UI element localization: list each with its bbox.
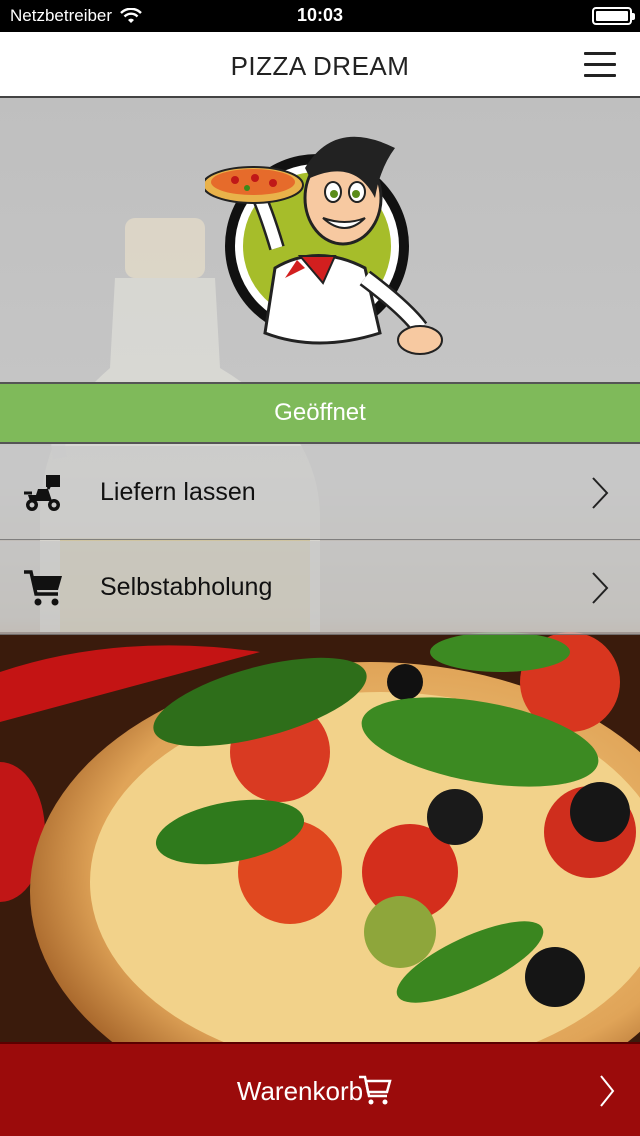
chevron-right-icon: [600, 1075, 615, 1107]
page-title: PIZZA DREAM: [230, 51, 410, 81]
status-bar: Netzbetreiber 10:03: [0, 0, 640, 32]
cart-label: Warenkorb: [236, 1076, 364, 1106]
pizza-chef-logo: [205, 136, 443, 355]
pickup-option-label: Selbstabholung: [100, 573, 273, 601]
chevron-right-icon: [592, 572, 609, 604]
battery-icon: [592, 7, 635, 25]
delivery-option[interactable]: Liefern lassen: [0, 446, 640, 540]
cart-icon: [359, 1075, 392, 1105]
cart-button[interactable]: Warenkorb: [0, 1042, 640, 1136]
pickup-option[interactable]: Selbstabholung: [0, 541, 640, 635]
clock: 10:03: [296, 5, 344, 25]
chevron-right-icon: [592, 477, 609, 509]
shop-status-banner: Geöffnet: [0, 382, 640, 444]
hamburger-menu-icon[interactable]: [584, 52, 616, 78]
pizza-photo: [0, 632, 640, 1042]
app-header: PIZZA DREAM: [0, 32, 640, 98]
delivery-option-label: Liefern lassen: [100, 478, 256, 506]
shopping-cart-icon: [24, 570, 62, 606]
delivery-scooter-icon: [24, 475, 60, 511]
